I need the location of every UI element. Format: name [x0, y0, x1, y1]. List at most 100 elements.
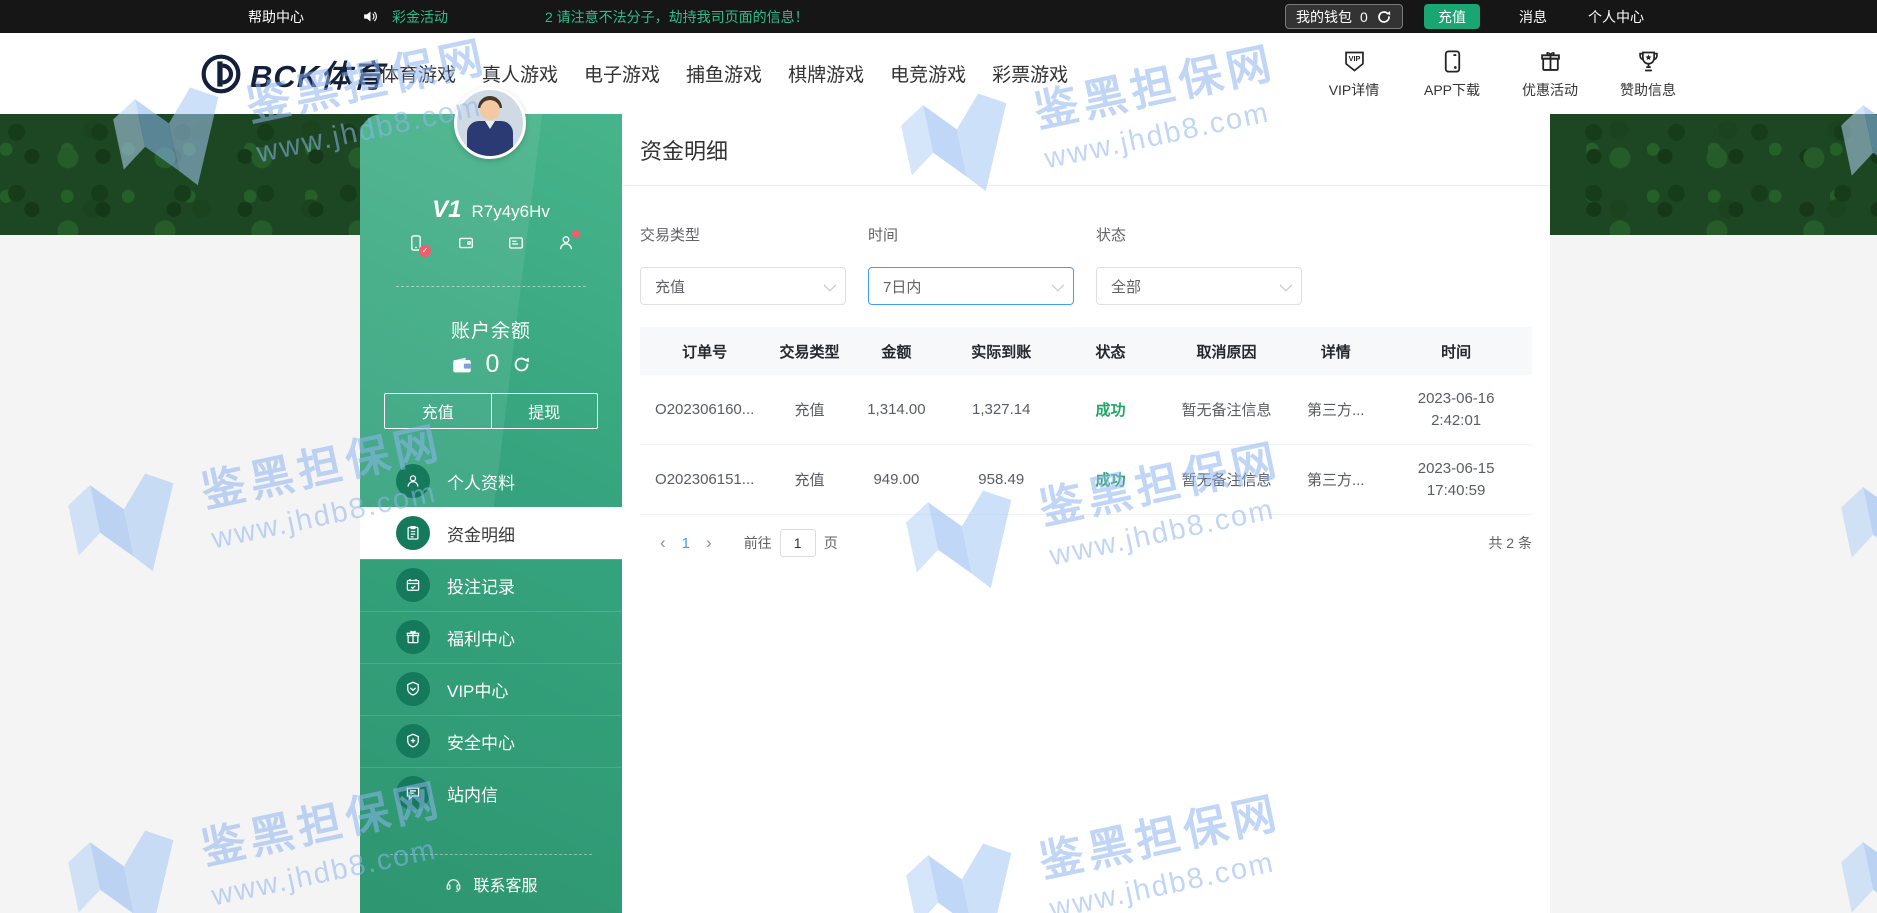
sponsor-info-button[interactable]: 赞助信息: [1612, 48, 1684, 100]
pagination: ‹ 1 › 前往 页 共 2 条: [654, 529, 1532, 557]
topbar-recharge-button[interactable]: 充值: [1424, 4, 1480, 29]
next-page-button[interactable]: ›: [700, 533, 718, 553]
trophy-icon: [1635, 48, 1662, 75]
nav-item-fishing[interactable]: 捕鱼游戏: [686, 60, 762, 87]
profile-complete-icon[interactable]: [556, 232, 576, 254]
balance-title: 账户余额: [360, 316, 622, 343]
my-wallet-button[interactable]: 我的钱包 0: [1285, 4, 1403, 29]
goto-page-input[interactable]: [780, 529, 816, 557]
sidebar-item-funds[interactable]: 资金明细: [360, 507, 622, 559]
messages-link[interactable]: 消息: [1519, 0, 1547, 33]
balance-refresh-icon[interactable]: [512, 355, 531, 374]
security-shield-icon: [396, 724, 430, 758]
table-row: O202306151... 充值 949.00 958.49 成功 暂无备注信息…: [640, 445, 1532, 515]
profile-center-link[interactable]: 个人中心: [1588, 0, 1644, 33]
sidebar-item-profile[interactable]: 个人资料: [360, 455, 622, 507]
page-number[interactable]: 1: [672, 535, 700, 552]
user-identity: V1 R7y4y6Hv: [360, 196, 622, 224]
nav-item-lottery[interactable]: 彩票游戏: [992, 60, 1068, 87]
sidebar-menu: 个人资料 资金明细 投注记录 福利中心 VIP中心 安全中心: [360, 455, 622, 819]
avatar[interactable]: [454, 87, 526, 159]
watermark: 鉴黑担保网www.jhdb8.com: [1825, 756, 1877, 913]
balance-amount: 0: [486, 350, 500, 379]
promotions-button[interactable]: 优惠活动: [1514, 48, 1586, 100]
sidebar-withdraw-button[interactable]: 提现: [491, 394, 598, 428]
logo-icon: [200, 53, 242, 95]
balance-row: 0: [360, 350, 622, 379]
filter-transaction-type: 交易类型 充值: [640, 224, 846, 305]
sidebar-footer: 联系客服: [390, 854, 592, 896]
funds-table: 订单号 交易类型 金额 实际到账 状态 取消原因 详情 时间 O20230616…: [640, 327, 1532, 515]
account-sidebar: V1 R7y4y6Hv ✓ 账户余额 0: [360, 114, 622, 913]
nav-item-cards[interactable]: 棋牌游戏: [788, 60, 864, 87]
prev-page-button[interactable]: ‹: [654, 533, 672, 553]
page: 帮助中心 彩金活动 2 请注意不法分子，劫持我司页面的信息！ 我的钱包 0 充值…: [0, 0, 1877, 913]
wallet-amount: 0: [1360, 9, 1368, 25]
app-download-button[interactable]: APP下载: [1416, 48, 1488, 100]
username: R7y4y6Hv: [471, 202, 549, 221]
vip-icon: VIP: [1341, 48, 1368, 75]
topbar: 帮助中心 彩金活动 2 请注意不法分子，劫持我司页面的信息！ 我的钱包 0 充值…: [0, 0, 1877, 33]
table-header: 订单号 交易类型 金额 实际到账 状态 取消原因 详情 时间: [640, 327, 1532, 375]
help-center-link[interactable]: 帮助中心: [248, 0, 304, 33]
vip-shield-icon: [396, 672, 430, 706]
gift-icon: [1537, 48, 1564, 75]
message-icon: [396, 776, 430, 810]
nav-item-sports[interactable]: 体育游戏: [380, 60, 456, 87]
logo-text: BCK体育: [250, 51, 384, 96]
speaker-icon: [362, 0, 379, 33]
main-panel: 资金明细 交易类型 充值 时间 7日内 状态 全部: [622, 114, 1550, 913]
filter-status: 状态 全部: [1096, 224, 1302, 305]
detail-cell: 第三方...: [1291, 469, 1380, 490]
site-logo[interactable]: BCK体育: [200, 33, 384, 114]
phone-icon: [1439, 48, 1466, 75]
order-no: O202306160...: [640, 401, 769, 418]
promo-link[interactable]: 彩金活动: [392, 0, 448, 33]
filter-time: 时间 7日内: [868, 224, 1074, 305]
gift-icon: [396, 620, 430, 654]
chevron-down-icon: [1052, 278, 1065, 291]
clipboard-icon: [396, 516, 430, 550]
verification-icons: ✓: [360, 232, 622, 254]
status-badge: 成功: [1059, 399, 1162, 420]
sidebar-item-welfare[interactable]: 福利中心: [360, 611, 622, 663]
transaction-type-select[interactable]: 充值: [640, 267, 846, 305]
total-count: 共 2 条: [1488, 533, 1532, 553]
sidebar-item-inbox[interactable]: 站内信: [360, 767, 622, 819]
divider: [396, 286, 586, 287]
nav-item-esports[interactable]: 电竞游戏: [890, 60, 966, 87]
person-icon: [396, 464, 430, 498]
wallet-bind-icon[interactable]: [456, 232, 476, 254]
order-no: O202306151...: [640, 471, 769, 488]
phone-verified-icon[interactable]: ✓: [406, 232, 426, 254]
contact-service-button[interactable]: 联系客服: [390, 872, 592, 896]
chevron-down-icon: [1280, 278, 1293, 291]
wallet-label: 我的钱包: [1296, 7, 1352, 27]
table-row: O202306160... 充值 1,314.00 1,327.14 成功 暂无…: [640, 375, 1532, 445]
vip-details-button[interactable]: VIP VIP详情: [1318, 48, 1390, 100]
time-range-select[interactable]: 7日内: [868, 267, 1074, 305]
calendar-check-icon: [396, 568, 430, 602]
vip-level-badge: V1: [432, 196, 461, 223]
watermark: 鉴黑担保网www.jhdb8.com: [1825, 401, 1877, 595]
chevron-down-icon: [824, 278, 837, 291]
svg-text:VIP: VIP: [1348, 53, 1360, 62]
page-title: 资金明细: [622, 114, 1550, 186]
wallet-icon: [451, 354, 473, 376]
headset-icon: [444, 875, 463, 894]
nav-item-slots[interactable]: 电子游戏: [584, 60, 660, 87]
filters: 交易类型 充值 时间 7日内 状态 全部: [622, 224, 1550, 305]
sidebar-item-vip[interactable]: VIP中心: [360, 663, 622, 715]
bank-card-icon[interactable]: [506, 232, 526, 254]
status-badge: 成功: [1059, 469, 1162, 490]
refresh-icon[interactable]: [1376, 9, 1392, 25]
status-select[interactable]: 全部: [1096, 267, 1302, 305]
nav-item-live[interactable]: 真人游戏: [482, 60, 558, 87]
wallet-actions: 充值 提现: [384, 393, 598, 429]
sidebar-item-security[interactable]: 安全中心: [360, 715, 622, 767]
quick-links: VIP VIP详情 APP下载 优惠活动 赞助信息: [1318, 33, 1684, 114]
sidebar-recharge-button[interactable]: 充值: [385, 394, 491, 428]
sidebar-item-bets[interactable]: 投注记录: [360, 559, 622, 611]
detail-cell: 第三方...: [1291, 399, 1380, 420]
marquee-notice: 2 请注意不法分子，劫持我司页面的信息！: [545, 0, 809, 33]
